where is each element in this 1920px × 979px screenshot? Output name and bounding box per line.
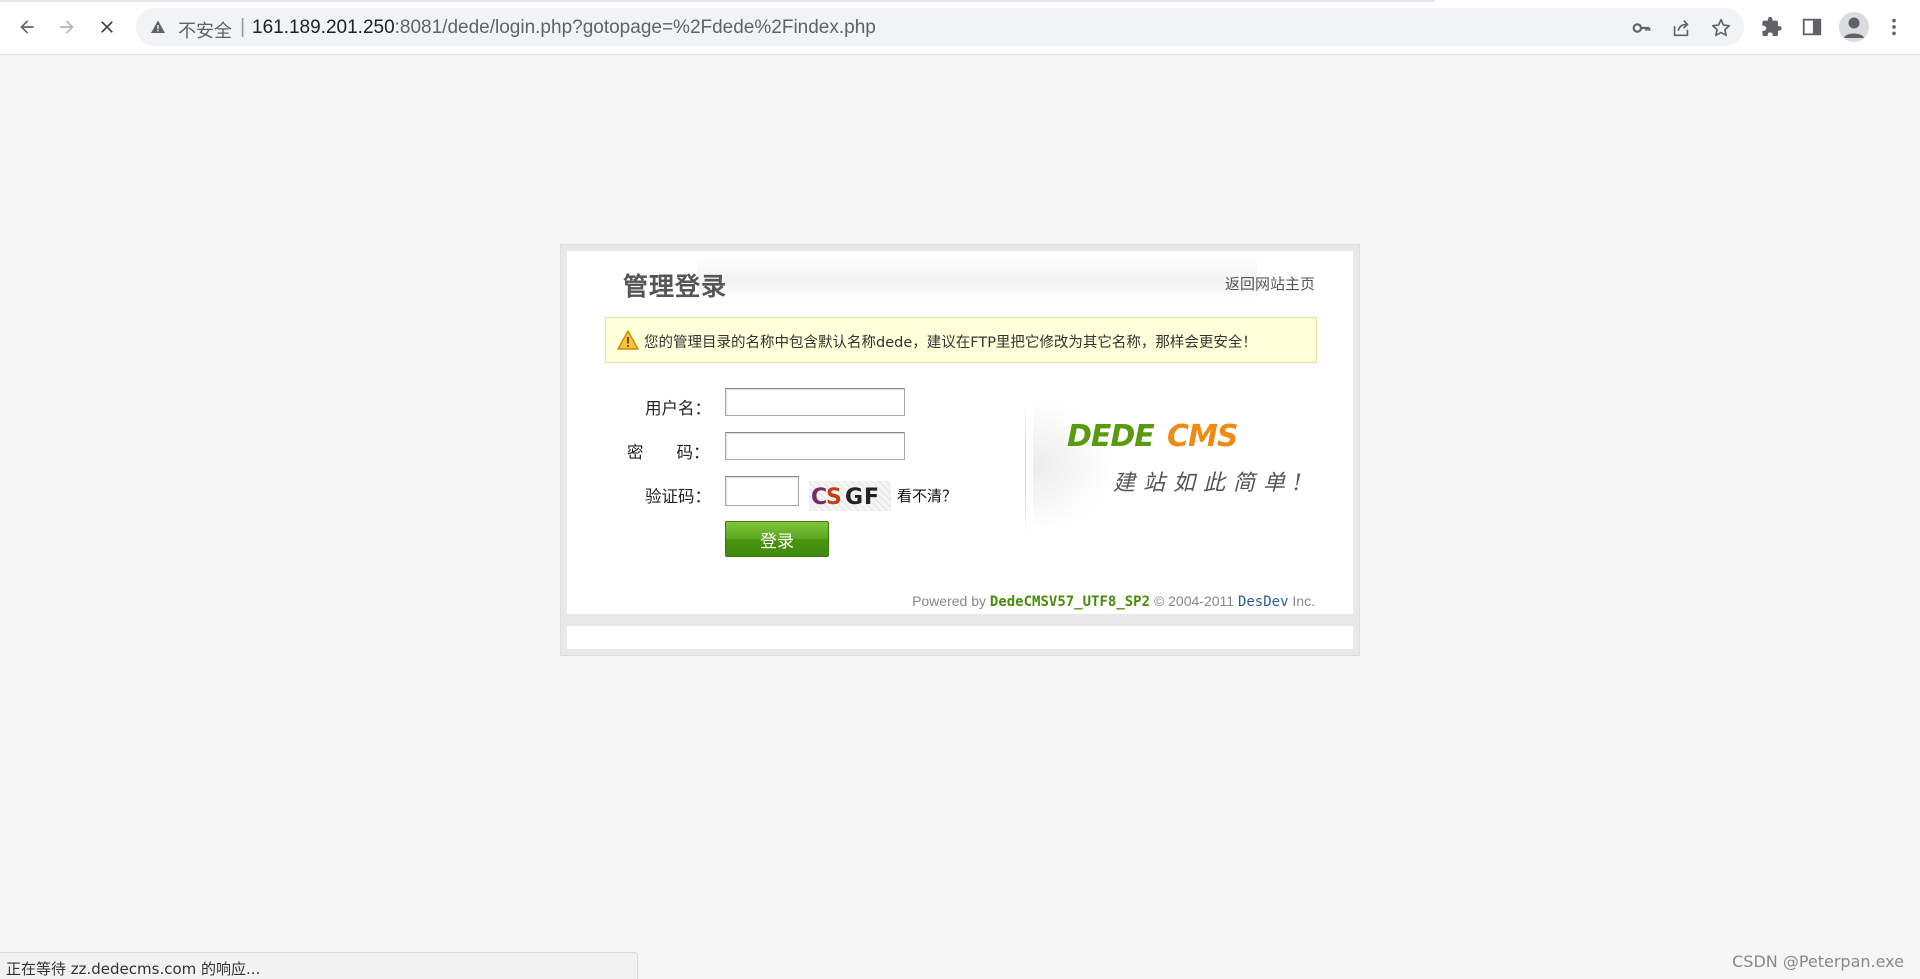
svg-text:G: G xyxy=(845,485,863,510)
address-bar[interactable]: 不安全 | 161.189.201.250:8081/dede/login.ph… xyxy=(136,8,1744,46)
back-icon[interactable] xyxy=(12,12,42,42)
warning-triangle-icon xyxy=(617,330,639,350)
star-icon[interactable] xyxy=(1710,17,1732,39)
svg-text:DEDE: DEDE xyxy=(1067,419,1155,454)
side-panel-icon[interactable] xyxy=(1800,15,1824,39)
powered-by: Powered by DedeCMSV57_UTF8_SP2 © 2004-20… xyxy=(912,593,1315,610)
desdev-link[interactable]: DesDev xyxy=(1238,594,1289,610)
header-shadow xyxy=(697,257,1257,299)
login-box: 管理登录 返回网站主页 您的管理目录的名称中包含默认名称dede，建议在FTP里… xyxy=(567,251,1353,614)
captcha-label: 验证码： xyxy=(645,487,711,506)
inc-text: Inc. xyxy=(1292,593,1315,609)
version-text: DedeCMSV57_UTF8_SP2 xyxy=(989,594,1151,610)
browser-toolbar: 不安全 | 161.189.201.250:8081/dede/login.ph… xyxy=(0,0,1920,55)
notice-text: 您的管理目录的名称中包含默认名称dede，建议在FTP里把它修改为其它名称，那样… xyxy=(644,335,1257,351)
key-icon[interactable] xyxy=(1630,17,1652,39)
url-separator: | xyxy=(240,16,246,38)
extensions-icon[interactable] xyxy=(1760,15,1784,39)
loading-indicator xyxy=(0,0,1435,2)
powered-prefix: Powered by xyxy=(912,593,986,609)
svg-text:CMS: CMS xyxy=(1167,419,1237,454)
url-text[interactable]: 161.189.201.250:8081/dede/login.php?goto… xyxy=(252,17,876,39)
status-bubble: 正在等待 zz.dedecms.com 的响应... xyxy=(0,952,638,979)
login-footer-bar xyxy=(567,626,1353,649)
username-label: 用户名： xyxy=(645,399,711,418)
menu-icon[interactable] xyxy=(1882,15,1906,39)
password-input[interactable] xyxy=(725,432,905,460)
share-icon[interactable] xyxy=(1670,17,1692,39)
password-label: 密 码： xyxy=(627,443,710,462)
login-panel: 管理登录 返回网站主页 您的管理目录的名称中包含默认名称dede，建议在FTP里… xyxy=(560,244,1360,656)
warning-icon[interactable] xyxy=(150,19,166,35)
watermark: CSDN @Peterpan.exe xyxy=(1732,952,1904,971)
dedecms-logo: DEDE CMS xyxy=(1067,419,1238,454)
svg-text:F: F xyxy=(864,485,879,510)
forward-icon[interactable] xyxy=(52,12,82,42)
svg-text:S: S xyxy=(826,485,842,510)
security-notice: 您的管理目录的名称中包含默认名称dede，建议在FTP里把它修改为其它名称，那样… xyxy=(605,317,1317,363)
captcha-refresh-link[interactable]: 看不清？ xyxy=(897,485,957,506)
page-title: 管理登录 xyxy=(623,272,728,301)
divider xyxy=(1025,405,1026,535)
slogan: 建站如此简单! xyxy=(1113,471,1310,496)
copyright-text: © 2004-2011 xyxy=(1153,593,1235,609)
svg-text:建站如此简单!: 建站如此简单! xyxy=(1113,471,1310,496)
captcha-image[interactable]: C S G F xyxy=(809,481,891,511)
url-host: 161.189.201.250 xyxy=(252,17,395,38)
profile-icon[interactable] xyxy=(1839,12,1869,42)
security-label[interactable]: 不安全 xyxy=(178,17,232,43)
url-path: :8081/dede/login.php?gotopage=%2Fdede%2F… xyxy=(394,17,876,38)
svg-text:C: C xyxy=(811,485,827,510)
username-input[interactable] xyxy=(725,388,905,416)
stop-icon[interactable] xyxy=(92,12,122,42)
home-link[interactable]: 返回网站主页 xyxy=(1225,273,1315,294)
login-button[interactable]: 登录 xyxy=(725,521,829,557)
captcha-input[interactable] xyxy=(725,476,799,506)
